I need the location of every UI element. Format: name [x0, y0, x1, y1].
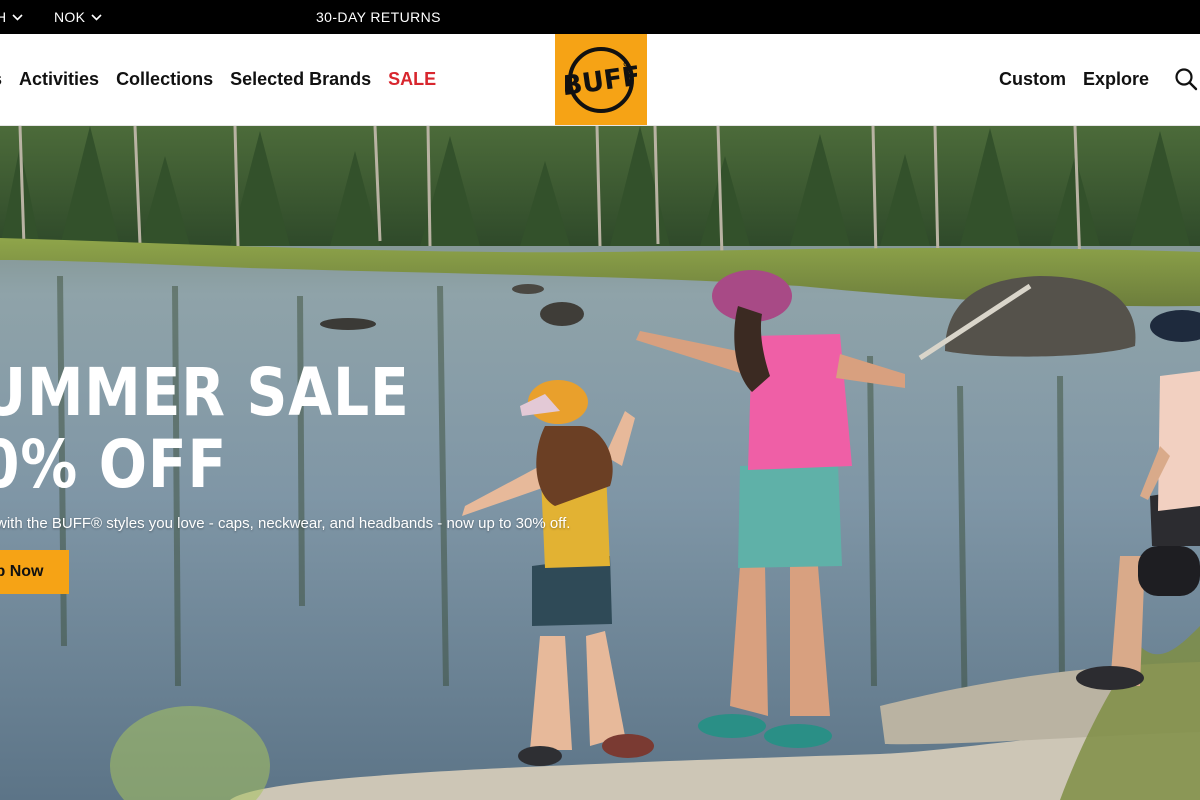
nav-sale[interactable]: SALE [388, 69, 436, 90]
shop-now-button[interactable]: p Now [0, 550, 69, 594]
secondary-nav: Custom Explore [999, 34, 1200, 124]
currency-selector[interactable]: NOK [54, 0, 102, 34]
hero-title-line2: 0% OFF [0, 426, 228, 503]
chevron-down-icon [12, 13, 23, 21]
search-button[interactable] [1166, 59, 1200, 99]
nav-collections[interactable]: Collections [116, 69, 213, 90]
buff-logo-mark: BUFF [565, 46, 637, 113]
top-promo-bar: H NOK 30-DAY RETURNS [0, 0, 1200, 34]
chevron-down-icon [91, 13, 102, 21]
truncated-nav-item[interactable]: s [0, 69, 2, 90]
nav-activities[interactable]: Activities [19, 69, 99, 90]
nav-explore[interactable]: Explore [1083, 69, 1149, 90]
site-header: s Activities Collections Selected Brands… [0, 34, 1200, 126]
nav-selected-brands[interactable]: Selected Brands [230, 69, 371, 90]
currency-label: NOK [54, 9, 86, 25]
primary-nav: s Activities Collections Selected Brands… [0, 34, 453, 124]
search-icon [1175, 68, 1198, 91]
hero-banner[interactable]: UMMER SALE 0% OFF with the BUFF® styles … [0, 126, 1200, 800]
language-selector[interactable]: H [0, 0, 23, 34]
buff-logo[interactable]: BUFF [555, 34, 647, 125]
hero-subtitle: with the BUFF® styles you love - caps, n… [0, 515, 571, 532]
hero-title-line1: UMMER SALE [0, 354, 410, 431]
promo-message: 30-DAY RETURNS [316, 9, 441, 25]
nav-custom[interactable]: Custom [999, 69, 1066, 90]
language-label: H [0, 9, 7, 25]
